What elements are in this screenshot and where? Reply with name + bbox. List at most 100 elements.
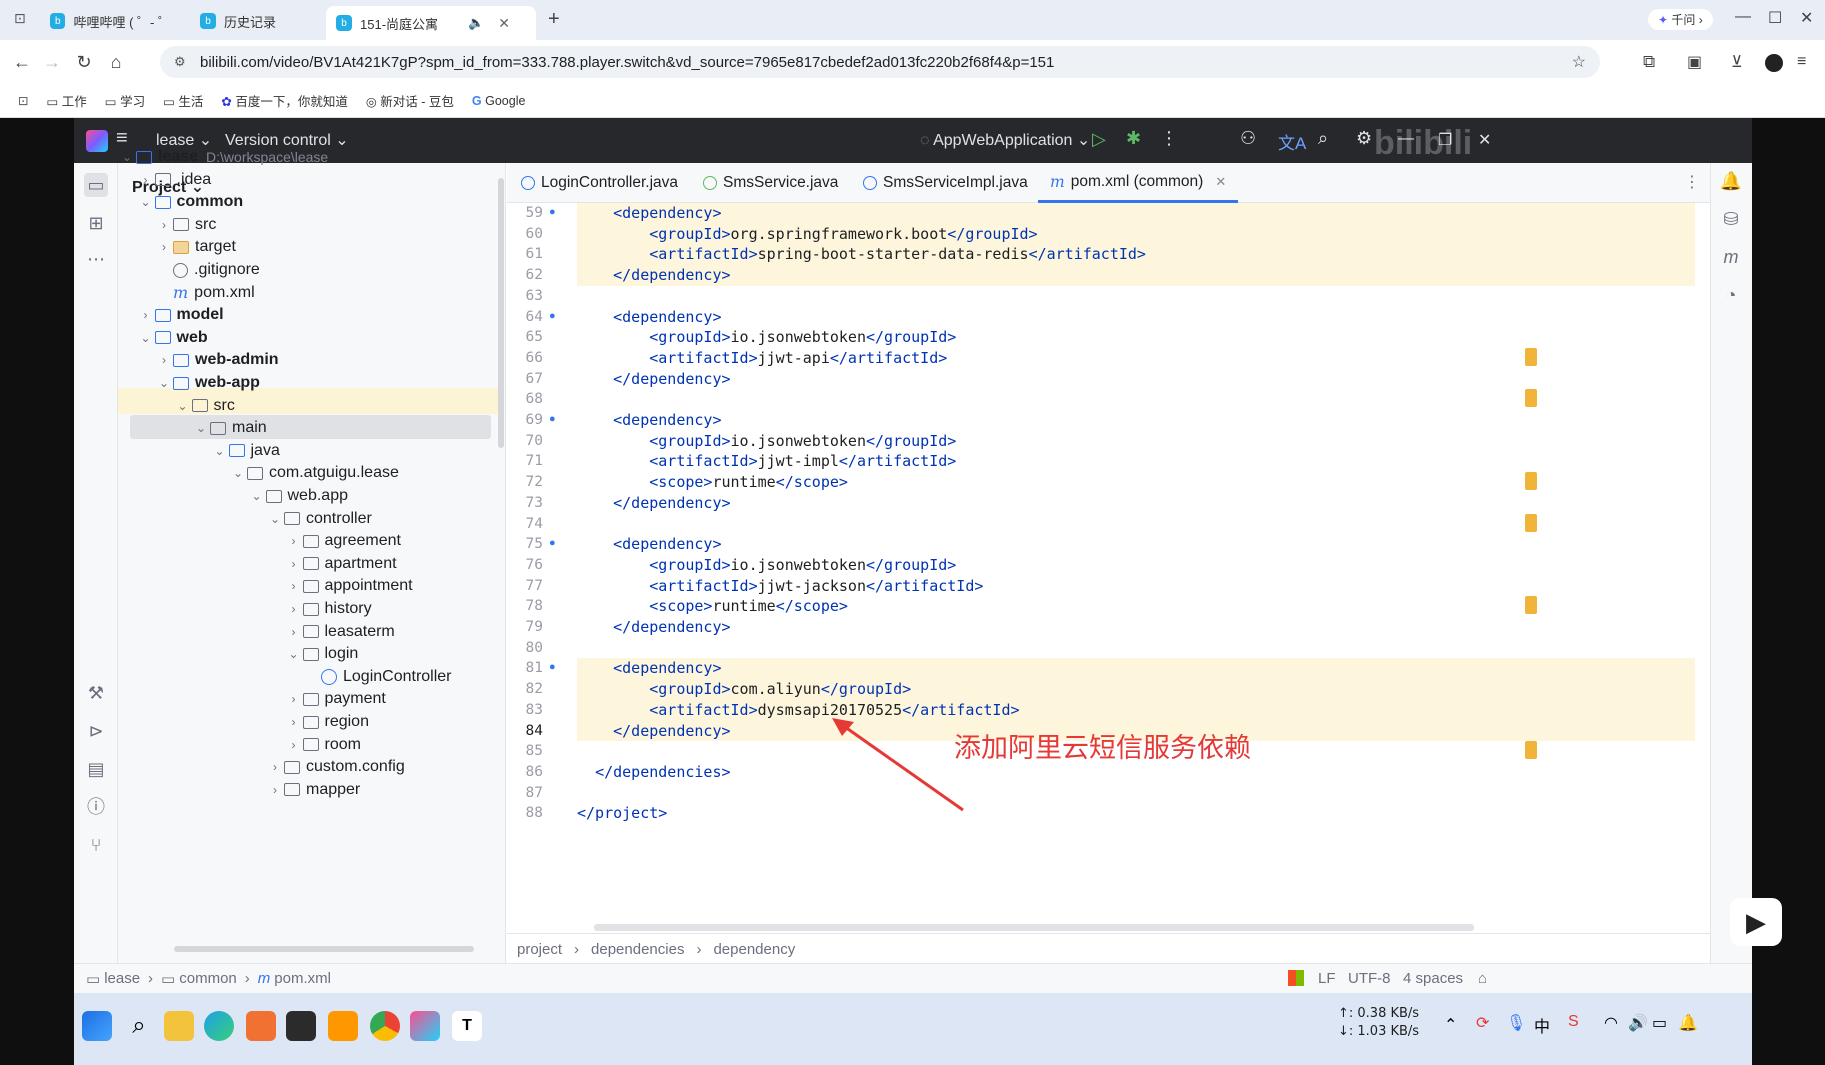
- crumb-dependency[interactable]: dependency: [713, 941, 795, 958]
- microphone-icon[interactable]: 🎙: [1506, 1013, 1526, 1033]
- speaker-icon[interactable]: 🔈: [468, 15, 484, 31]
- chevron-right-icon[interactable]: ›: [266, 783, 284, 797]
- status-crumb-lease[interactable]: lease: [104, 970, 140, 987]
- chevron-right-icon[interactable]: ›: [285, 738, 303, 752]
- chevron-right-icon[interactable]: ›: [285, 579, 303, 593]
- screenshot-icon[interactable]: ▣: [1687, 52, 1702, 72]
- bookmark-google[interactable]: G Google: [472, 94, 526, 108]
- tab-login-controller[interactable]: LoginController.java: [521, 163, 678, 203]
- indent-setting[interactable]: 4 spaces: [1403, 970, 1463, 987]
- chevron-down-icon[interactable]: ⌄: [248, 489, 266, 503]
- bookmark-star-icon[interactable]: ☆: [1572, 52, 1586, 72]
- add-user-icon[interactable]: ⚇: [1240, 128, 1256, 149]
- avatar[interactable]: [1765, 54, 1783, 72]
- file-explorer-icon[interactable]: [164, 1011, 194, 1041]
- dependency-gutter-icon[interactable]: ●: [549, 413, 556, 425]
- chevron-right-icon[interactable]: ›: [137, 173, 155, 187]
- crumb-dependencies[interactable]: dependencies: [591, 941, 684, 958]
- dependency-gutter-icon[interactable]: ●: [549, 537, 556, 549]
- settings-icon[interactable]: ⚙: [1356, 128, 1372, 149]
- status-crumb-common[interactable]: common: [179, 970, 237, 987]
- build-tool-icon[interactable]: ⚒: [84, 681, 108, 705]
- chevron-down-icon[interactable]: ⌄: [174, 399, 192, 413]
- site-info-icon[interactable]: ⚙: [174, 54, 186, 70]
- chevron-right-icon[interactable]: ›: [285, 557, 303, 571]
- lock-icon[interactable]: ⌂: [1478, 970, 1487, 987]
- chevron-down-icon[interactable]: ⌄: [285, 647, 303, 661]
- tab-pom-xml[interactable]: m pom.xml (common) ✕: [1038, 163, 1239, 203]
- chevron-right-icon[interactable]: ›: [285, 625, 303, 639]
- reload-icon[interactable]: ↻: [66, 52, 102, 73]
- bookmark-doubao[interactable]: ◎ 新对话 - 豆包: [366, 91, 454, 110]
- bookmark-work[interactable]: ▭ 工作: [46, 91, 86, 110]
- dependency-gutter-icon[interactable]: ●: [549, 661, 556, 673]
- tab-sms-service-impl[interactable]: SmsServiceImpl.java: [863, 163, 1028, 203]
- edge-icon[interactable]: [204, 1011, 234, 1041]
- git-tool-icon[interactable]: ⑂: [84, 833, 108, 857]
- intellij-icon[interactable]: [410, 1011, 440, 1041]
- extensions-icon[interactable]: ⧉: [1643, 52, 1655, 72]
- file-encoding[interactable]: UTF-8: [1348, 970, 1391, 987]
- change-marker[interactable]: [1525, 347, 1537, 366]
- tree-scrollbar[interactable]: [498, 178, 504, 448]
- change-marker[interactable]: [1525, 741, 1537, 760]
- close-tab-icon[interactable]: ✕: [498, 15, 510, 32]
- chevron-down-icon[interactable]: ⌄: [137, 331, 155, 345]
- chevron-right-icon[interactable]: ›: [155, 240, 173, 254]
- tab-options-icon[interactable]: ⋮: [1684, 172, 1700, 192]
- change-marker[interactable]: [1525, 389, 1537, 408]
- profile-button[interactable]: ✦ 千问 ›: [1648, 9, 1713, 30]
- chevron-down-icon[interactable]: ⌄: [155, 376, 173, 390]
- volume-icon[interactable]: 🔊: [1628, 1013, 1648, 1033]
- chrome-icon[interactable]: [370, 1011, 400, 1041]
- apps-icon[interactable]: ⊡: [18, 93, 28, 108]
- ime-icon[interactable]: 中: [1534, 1013, 1550, 1037]
- more-tools-icon[interactable]: ⋯: [84, 247, 108, 271]
- structure-tool-icon[interactable]: ⊞: [84, 211, 108, 235]
- status-crumb-pom[interactable]: pom.xml: [274, 970, 331, 987]
- change-marker[interactable]: [1525, 596, 1537, 615]
- tab-search-icon[interactable]: ⊡: [14, 10, 26, 27]
- chevron-right-icon[interactable]: ›: [155, 353, 173, 367]
- forward-icon[interactable]: →: [34, 52, 70, 73]
- browser-tab-video[interactable]: b 151-尚庭公寓 🔈 ✕: [326, 6, 536, 40]
- close-window-icon[interactable]: ✕: [1800, 8, 1813, 28]
- chevron-down-icon[interactable]: ⌄: [229, 466, 247, 480]
- editor-hscrollbar[interactable]: [594, 924, 1474, 931]
- change-marker[interactable]: [1525, 472, 1537, 491]
- more-actions-icon[interactable]: ⋮: [1160, 128, 1178, 149]
- start-icon[interactable]: [82, 1011, 112, 1041]
- notifications-icon[interactable]: 🔔: [1719, 169, 1743, 193]
- chevron-right-icon[interactable]: ›: [285, 602, 303, 616]
- typora-icon[interactable]: T: [452, 1011, 482, 1041]
- tree-item[interactable]: › mapper: [266, 777, 360, 803]
- app-orange-icon[interactable]: [246, 1011, 276, 1041]
- database-icon[interactable]: ⛁: [1719, 207, 1743, 231]
- play-button[interactable]: ▶: [1730, 898, 1782, 946]
- dependency-gutter-icon[interactable]: ●: [549, 206, 556, 218]
- terminal-tool-icon[interactable]: ▤: [84, 757, 108, 781]
- project-tool-icon[interactable]: ▭: [84, 173, 108, 197]
- home-icon[interactable]: ⌂: [98, 52, 134, 73]
- change-marker[interactable]: [1525, 513, 1537, 532]
- chevron-down-icon[interactable]: ⌄: [118, 150, 136, 164]
- debug-icon[interactable]: ✱: [1126, 128, 1141, 149]
- run-icon[interactable]: ▷: [1092, 129, 1106, 150]
- chevron-right-icon[interactable]: ›: [266, 760, 284, 774]
- chevron-right-icon[interactable]: ›: [285, 534, 303, 548]
- chevron-right-icon[interactable]: ›: [155, 218, 173, 232]
- browser-tab-history[interactable]: b 历史记录: [190, 4, 330, 38]
- terminal-icon[interactable]: [286, 1011, 316, 1041]
- crumb-project[interactable]: project: [517, 941, 562, 958]
- gradle-tool-icon[interactable]: ◔: [1719, 283, 1743, 307]
- tray-sougou-icon[interactable]: S: [1568, 1013, 1579, 1031]
- problems-tool-icon[interactable]: ⓘ: [84, 795, 108, 819]
- chevron-right-icon[interactable]: ›: [137, 308, 155, 322]
- search-icon[interactable]: ⌕: [124, 1011, 154, 1041]
- close-ide-icon[interactable]: ✕: [1478, 130, 1491, 150]
- url-field[interactable]: ⚙ bilibili.com/video/BV1At421K7gP?spm_id…: [160, 46, 1600, 78]
- video-player[interactable]: ≡ lease ⌄ Version control ⌄ ◌ AppWebAppl…: [0, 118, 1825, 1065]
- sublime-icon[interactable]: [328, 1011, 358, 1041]
- tray-app-icon[interactable]: ⟳: [1476, 1013, 1489, 1033]
- tab-sms-service[interactable]: SmsService.java: [703, 163, 838, 203]
